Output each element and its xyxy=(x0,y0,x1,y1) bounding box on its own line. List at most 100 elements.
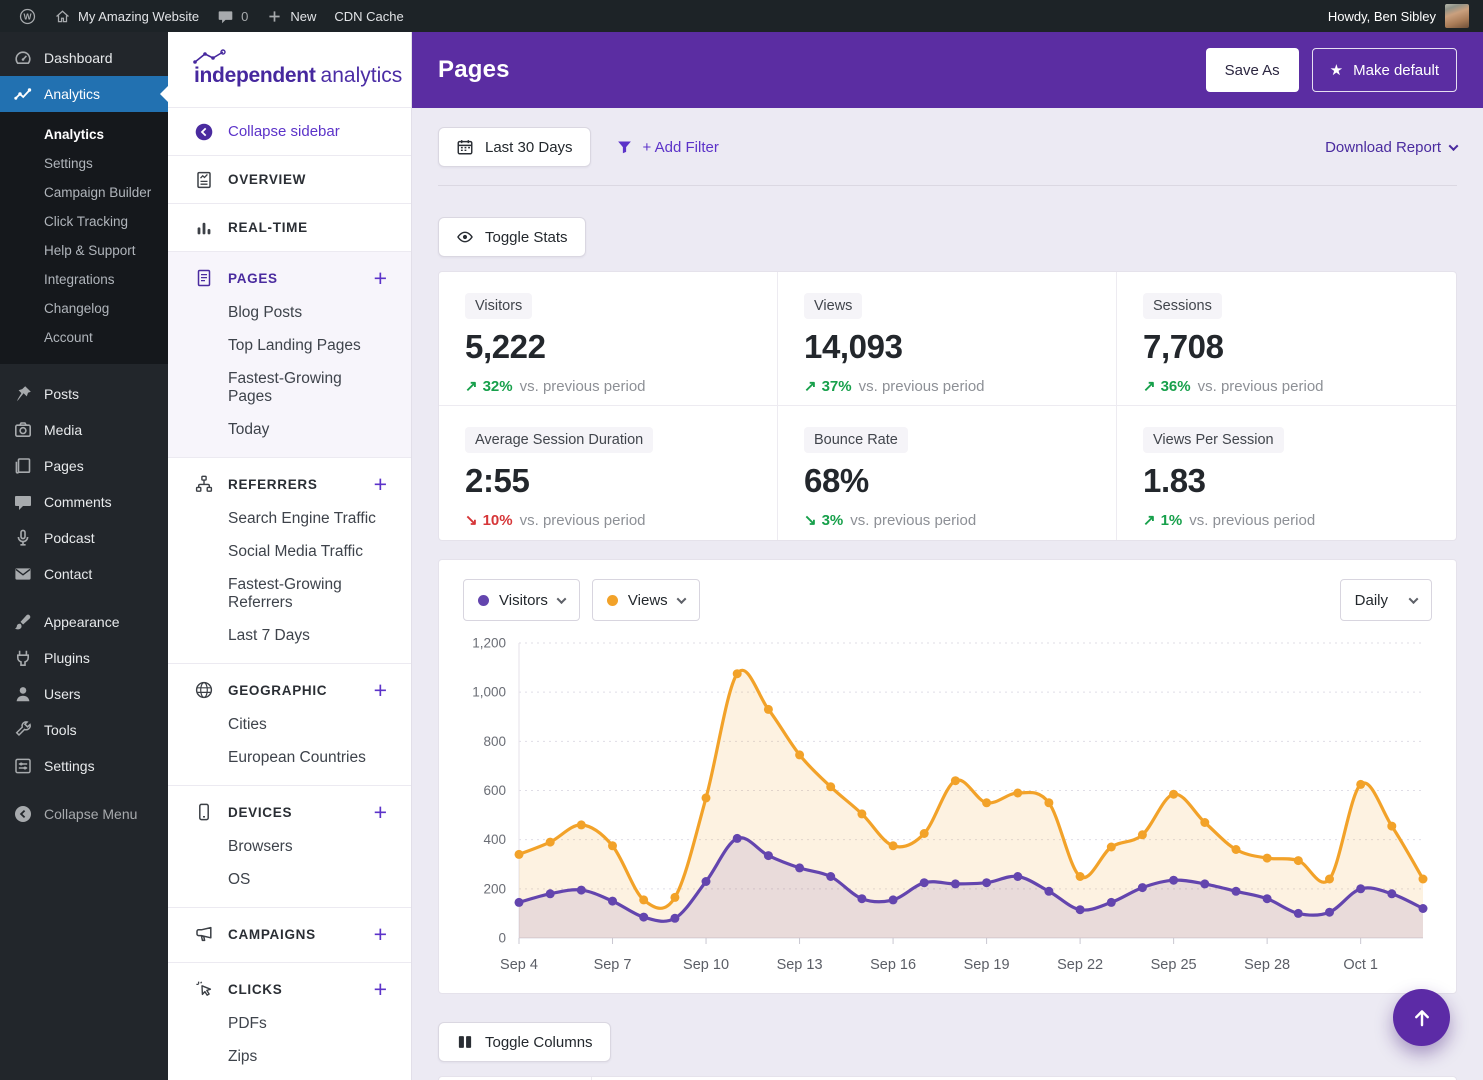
comments-shortcut[interactable]: 0 xyxy=(208,0,257,32)
section-header-referrers[interactable]: REFERRERS+ xyxy=(194,474,387,494)
interval-selector[interactable]: Daily xyxy=(1340,579,1432,621)
sidebar-item-analytics[interactable]: Analytics xyxy=(0,76,168,112)
stat-change-suffix: vs. previous period xyxy=(850,512,976,529)
wordpress-logo-icon: W xyxy=(19,8,36,25)
sidebar-link-cities[interactable]: Cities xyxy=(228,716,387,734)
sidebar-link-blog-posts[interactable]: Blog Posts xyxy=(228,304,387,322)
series-color-dot xyxy=(607,595,618,606)
stat-change: ↘3%vs. previous period xyxy=(804,511,1090,529)
svg-text:800: 800 xyxy=(483,734,506,749)
sidebar-section-clicks: CLICKS+PDFsZipsEmailsPhone numbers xyxy=(168,963,411,1080)
sidebar-item-collapse-menu[interactable]: Collapse Menu xyxy=(0,796,168,832)
sidebar-item-appearance[interactable]: Appearance xyxy=(0,604,168,640)
sidebar-item-dashboard[interactable]: Dashboard xyxy=(0,40,168,76)
user-avatar[interactable] xyxy=(1445,4,1469,28)
add-report-button[interactable]: + xyxy=(374,682,387,698)
sidebar-item-settings[interactable]: Settings xyxy=(0,748,168,784)
sidebar-link-pdfs[interactable]: PDFs xyxy=(228,1015,387,1033)
submenu-item-integrations[interactable]: Integrations xyxy=(0,265,168,294)
submenu-item-settings[interactable]: Settings xyxy=(0,149,168,178)
submenu-item-click-tracking[interactable]: Click Tracking xyxy=(0,207,168,236)
submenu-item-help-support[interactable]: Help & Support xyxy=(0,236,168,265)
sidebar-item-users[interactable]: Users xyxy=(0,676,168,712)
traffic-chart-card: VisitorsViewsDaily 02004006008001,0001,2… xyxy=(438,559,1457,994)
add-report-button[interactable]: + xyxy=(374,476,387,492)
svg-text:Sep 10: Sep 10 xyxy=(683,957,729,973)
stat-card-average-session-duration: Average Session Duration2:55↘10%vs. prev… xyxy=(439,406,778,540)
add-report-button[interactable]: + xyxy=(374,926,387,942)
add-report-button[interactable]: + xyxy=(374,804,387,820)
wp-logo-menu[interactable]: W xyxy=(10,0,45,32)
toolbar-divider xyxy=(438,185,1457,186)
cdn-cache-menu[interactable]: CDN Cache xyxy=(325,0,412,32)
sidebar-item-pages[interactable]: Pages xyxy=(0,448,168,484)
section-header-pages[interactable]: PAGES+ xyxy=(194,268,387,288)
stat-value: 7,708 xyxy=(1143,328,1430,366)
sidebar-item-comments[interactable]: Comments xyxy=(0,484,168,520)
sidebar-link-top-landing-pages[interactable]: Top Landing Pages xyxy=(228,337,387,355)
sidebar-link-search-engine-traffic[interactable]: Search Engine Traffic xyxy=(228,510,387,528)
new-content-menu[interactable]: New xyxy=(257,0,325,32)
collapse-sidebar-button[interactable]: Collapse sidebar xyxy=(168,108,411,156)
sidebar-item-tools[interactable]: Tools xyxy=(0,712,168,748)
save-as-button[interactable]: Save As xyxy=(1206,48,1299,92)
add-report-button[interactable]: + xyxy=(374,981,387,997)
series-selector-views[interactable]: Views xyxy=(592,579,700,621)
sidebar-link-today[interactable]: Today xyxy=(228,421,387,439)
sidebar-item-media[interactable]: Media xyxy=(0,412,168,448)
add-report-button[interactable]: + xyxy=(374,270,387,286)
tools-icon xyxy=(13,720,33,740)
plugins-icon xyxy=(13,648,33,668)
sidebar-item-posts[interactable]: Posts xyxy=(0,376,168,412)
line-chart-svg[interactable]: 02004006008001,0001,200Sep 4Sep 7Sep 10S… xyxy=(463,631,1431,976)
section-header-geographic[interactable]: GEOGRAPHIC+ xyxy=(194,680,387,700)
referrers-icon xyxy=(194,474,214,494)
comments-icon xyxy=(13,492,33,512)
sidebar-link-fastest-growing-pages[interactable]: Fastest-Growing Pages xyxy=(228,370,387,406)
submenu-item-campaign-builder[interactable]: Campaign Builder xyxy=(0,178,168,207)
sidebar-link-zips[interactable]: Zips xyxy=(228,1048,387,1066)
submenu-item-analytics[interactable]: Analytics xyxy=(0,120,168,149)
section-header-campaigns[interactable]: CAMPAIGNS + xyxy=(194,924,387,944)
sidebar-link-last-7-days[interactable]: Last 7 Days xyxy=(228,627,387,645)
sidebar-item-plugins[interactable]: Plugins xyxy=(0,640,168,676)
sidebar-item-contact[interactable]: Contact xyxy=(0,556,168,592)
sidebar-item-label: Pages xyxy=(44,458,84,474)
comment-bubble-icon xyxy=(217,8,234,25)
sidebar-link-os[interactable]: OS xyxy=(228,871,387,889)
sidebar-link-european-countries[interactable]: European Countries xyxy=(228,749,387,767)
date-range-button[interactable]: Last 30 Days xyxy=(438,127,591,167)
funnel-icon xyxy=(616,139,633,156)
section-label: CAMPAIGNS xyxy=(228,927,316,942)
section-header-devices[interactable]: DEVICES+ xyxy=(194,802,387,822)
analytics-chart[interactable]: 02004006008001,0001,200Sep 4Sep 7Sep 10S… xyxy=(463,631,1432,981)
toggle-stats-button[interactable]: Toggle Stats xyxy=(438,217,586,257)
make-default-button[interactable]: ★ Make default xyxy=(1312,48,1457,92)
sidebar-link-social-media-traffic[interactable]: Social Media Traffic xyxy=(228,543,387,561)
brand-bold: independent xyxy=(194,64,316,87)
stat-label: Visitors xyxy=(465,293,532,319)
sidebar-item-podcast[interactable]: Podcast xyxy=(0,520,168,556)
download-report-button[interactable]: Download Report xyxy=(1325,139,1457,156)
sidebar-row-real-time[interactable]: REAL-TIME xyxy=(168,204,411,252)
svg-text:Sep 4: Sep 4 xyxy=(500,957,538,973)
date-range-label: Last 30 Days xyxy=(485,139,573,156)
stat-card-sessions: Sessions7,708↗36%vs. previous period xyxy=(1117,272,1456,406)
brand-light: analytics xyxy=(321,64,403,87)
section-header-clicks[interactable]: CLICKS+ xyxy=(194,979,387,999)
scroll-to-top-button[interactable] xyxy=(1393,989,1450,1046)
add-filter-button[interactable]: + Add Filter xyxy=(616,139,719,156)
submenu-item-changelog[interactable]: Changelog xyxy=(0,294,168,323)
stat-change-percent: 3% xyxy=(822,512,844,529)
svg-text:1,200: 1,200 xyxy=(472,636,506,651)
sidebar-row-overview[interactable]: OVERVIEW xyxy=(168,156,411,204)
sidebar-link-fastest-growing-referrers[interactable]: Fastest-Growing Referrers xyxy=(228,576,387,612)
stat-card-views: Views14,093↗37%vs. previous period xyxy=(778,272,1117,406)
sidebar-link-browsers[interactable]: Browsers xyxy=(228,838,387,856)
site-link[interactable]: My Amazing Website xyxy=(45,0,208,32)
howdy-text[interactable]: Howdy, Ben Sibley xyxy=(1328,9,1436,24)
posts-icon xyxy=(13,384,33,404)
series-selector-visitors[interactable]: Visitors xyxy=(463,579,580,621)
submenu-item-account[interactable]: Account xyxy=(0,323,168,352)
toggle-columns-button[interactable]: Toggle Columns xyxy=(438,1022,611,1062)
